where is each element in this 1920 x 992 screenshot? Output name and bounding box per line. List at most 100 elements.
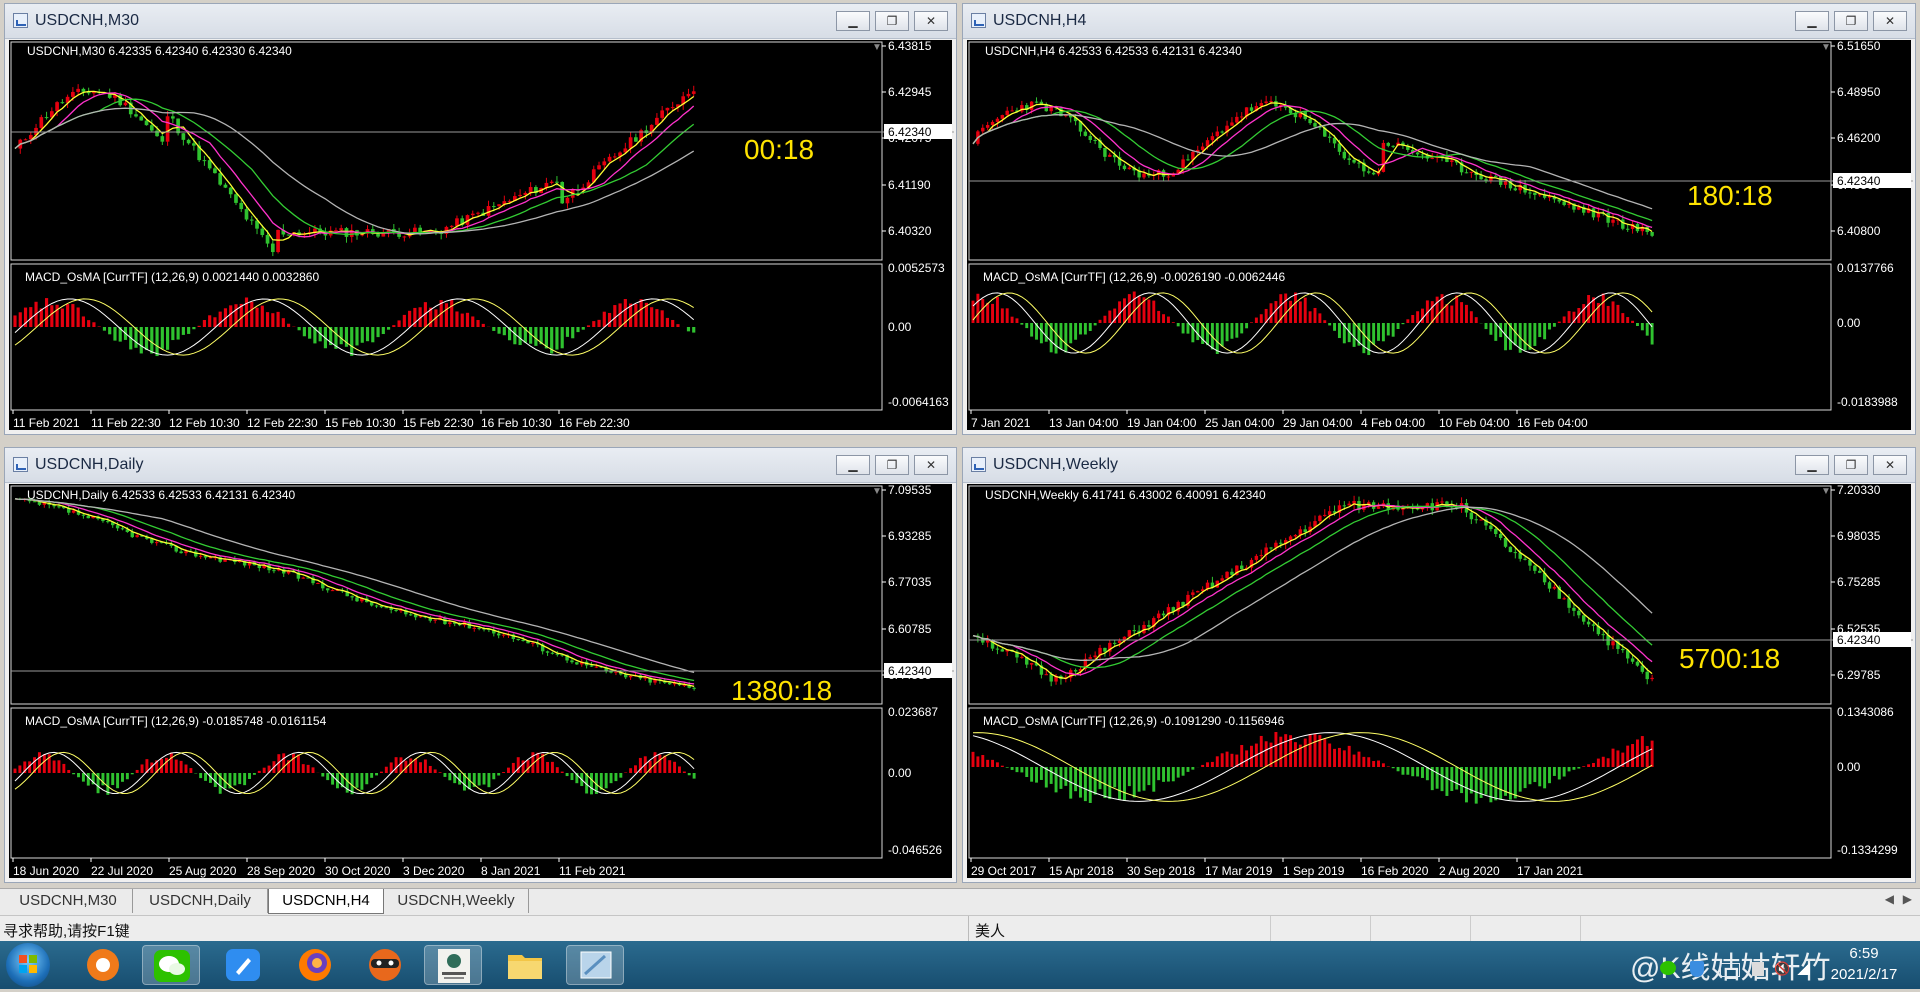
close-button[interactable]: ✕ — [1873, 11, 1907, 31]
macd-histogram-bar — [82, 316, 85, 327]
maximize-button[interactable]: ❐ — [1834, 455, 1868, 475]
macd-histogram-bar — [1187, 323, 1190, 334]
tray-flag-icon[interactable] — [1752, 962, 1764, 976]
macd-histogram-bar — [243, 773, 246, 785]
macd-histogram-bar — [1543, 767, 1546, 788]
macd-histogram-bar — [513, 327, 516, 344]
macd-histogram-bar — [1201, 765, 1204, 767]
maximize-button[interactable]: ❐ — [875, 455, 909, 475]
chart-window-daily[interactable]: USDCNH,Daily ▁❐✕ USDCNH,Daily 6.42533 6.… — [4, 447, 957, 883]
tray-volume-muted-icon[interactable]: 🔇 — [1774, 961, 1790, 977]
taskbar-app-firefox[interactable] — [286, 945, 344, 985]
window-titlebar[interactable]: USDCNH,M30 ▁❐✕ — [5, 4, 956, 39]
macd-axis-label: -0.0064163 — [888, 395, 949, 409]
candle-body — [272, 570, 275, 571]
candle-body — [660, 110, 664, 117]
chart-area[interactable]: USDCNH,M30 6.42335 6.42340 6.42330 6.423… — [9, 40, 952, 430]
time-axis-label: 12 Feb 22:30 — [247, 416, 318, 430]
candle-body — [497, 633, 500, 635]
macd-histogram-bar — [1099, 320, 1102, 323]
tab-scroll-right-icon[interactable]: ▶ — [1903, 892, 1912, 906]
macd-histogram-bar — [1607, 306, 1610, 323]
tray-signal-icon[interactable] — [1796, 963, 1810, 975]
price-chart[interactable]: USDCNH,Daily 6.42533 6.42533 6.42131 6.4… — [9, 484, 954, 880]
tab-scroll-left-icon[interactable]: ◀ — [1885, 892, 1894, 906]
tray-wechat-icon[interactable] — [1660, 961, 1676, 975]
macd-histogram-bar — [360, 773, 363, 790]
close-button[interactable]: ✕ — [1873, 455, 1907, 475]
macd-histogram-bar — [1338, 748, 1341, 767]
price-chart[interactable]: USDCNH,M30 6.42335 6.42340 6.42330 6.423… — [9, 40, 954, 432]
chart-window-h4[interactable]: USDCNH,H4 ▁❐✕ USDCNH,H4 6.42533 6.42533 … — [962, 3, 1916, 435]
taskbar-app-window[interactable] — [566, 945, 624, 985]
macd-histogram-bar — [519, 327, 522, 345]
candle-body — [1538, 571, 1541, 573]
window-titlebar[interactable]: USDCNH,Weekly ▁❐✕ — [963, 448, 1915, 483]
macd-histogram-bar — [1338, 323, 1341, 338]
candle-body — [199, 556, 202, 557]
tray-shield-icon[interactable] — [1690, 961, 1704, 977]
minimize-button[interactable]: ▁ — [1795, 455, 1829, 475]
taskbar-app-notes[interactable] — [214, 945, 272, 985]
taskbar-app-orange[interactable] — [74, 945, 132, 985]
chart-area[interactable]: USDCNH,H4 6.42533 6.42533 6.42131 6.4234… — [967, 40, 1911, 430]
candle-body — [1567, 204, 1570, 205]
price-chart[interactable]: USDCNH,Weekly 6.41741 6.43002 6.40091 6.… — [967, 484, 1913, 880]
macd-histogram-bar — [1563, 767, 1566, 777]
taskbar-app-explorer[interactable] — [496, 945, 554, 985]
taskbar-app-trading-terminal[interactable] — [424, 945, 482, 985]
wechat-icon — [143, 946, 201, 986]
candle-body — [260, 229, 264, 235]
candle-body — [1416, 152, 1419, 154]
minimize-button[interactable]: ▁ — [836, 11, 870, 31]
minimize-button[interactable]: ▁ — [1795, 11, 1829, 31]
candle-body — [1289, 536, 1292, 540]
macd-histogram-bar — [1294, 293, 1297, 323]
macd-histogram-bar — [1553, 323, 1556, 327]
close-button[interactable]: ✕ — [914, 11, 948, 31]
price-chart[interactable]: USDCNH,H4 6.42533 6.42533 6.42131 6.4234… — [967, 40, 1913, 432]
close-button[interactable]: ✕ — [914, 455, 948, 475]
candle-body — [1230, 572, 1233, 575]
chart-window-weekly[interactable]: USDCNH,Weekly ▁❐✕ USDCNH,Weekly 6.41741 … — [962, 447, 1916, 883]
window-titlebar[interactable]: USDCNH,H4 ▁❐✕ — [963, 4, 1915, 39]
start-button[interactable] — [6, 943, 50, 987]
taskbar-app-mascot[interactable] — [356, 945, 414, 985]
macd-histogram-bar — [1406, 767, 1409, 775]
macd-histogram-bar — [1333, 749, 1336, 767]
macd-histogram-bar — [1123, 298, 1126, 323]
macd-histogram-bar — [534, 327, 537, 346]
candle-body — [208, 160, 212, 168]
macd-histogram-bar — [1040, 323, 1043, 343]
macd-histogram-bar — [1187, 767, 1190, 772]
macd-histogram-bar — [371, 327, 374, 342]
tab-weekly[interactable]: USDCNH,Weekly — [384, 889, 529, 913]
candle-body — [1646, 672, 1649, 679]
chart-area[interactable]: USDCNH,Weekly 6.41741 6.43002 6.40091 6.… — [967, 484, 1911, 878]
chart-window-m30[interactable]: USDCNH,M30 ▁❐✕ USDCNH,M30 6.42335 6.4234… — [4, 3, 957, 435]
maximize-button[interactable]: ❐ — [875, 11, 909, 31]
minimize-button[interactable]: ▁ — [836, 455, 870, 475]
clock[interactable]: 6:59 2021/2/17 — [1812, 943, 1916, 985]
time-axis-label: 15 Feb 10:30 — [325, 416, 396, 430]
main-plot-frame — [969, 42, 1831, 260]
maximize-button[interactable]: ❐ — [1834, 11, 1868, 31]
tab-h4[interactable]: USDCNH,H4 — [268, 889, 384, 914]
macd-histogram-bar — [350, 327, 353, 356]
macd-histogram-bar — [976, 294, 979, 323]
macd-histogram-bar — [1382, 763, 1385, 767]
tab-daily[interactable]: USDCNH,Daily — [133, 889, 268, 913]
candle-body — [518, 195, 522, 196]
macd-histogram-bar — [213, 317, 216, 327]
window-titlebar[interactable]: USDCNH,Daily ▁❐✕ — [5, 448, 956, 483]
macd-histogram-bar — [1016, 318, 1019, 323]
candle-body — [1103, 648, 1106, 652]
tray-network-icon[interactable] — [1720, 963, 1740, 977]
macd-histogram-bar — [1465, 305, 1468, 323]
macd-histogram-bar — [1621, 313, 1624, 323]
taskbar-app-wechat[interactable] — [142, 945, 200, 985]
chart-area[interactable]: USDCNH,Daily 6.42533 6.42533 6.42131 6.4… — [9, 484, 952, 878]
macd-histogram-bar — [180, 761, 183, 773]
macd-histogram-bar — [1382, 323, 1385, 341]
tab-m30[interactable]: USDCNH,M30 — [4, 889, 133, 913]
